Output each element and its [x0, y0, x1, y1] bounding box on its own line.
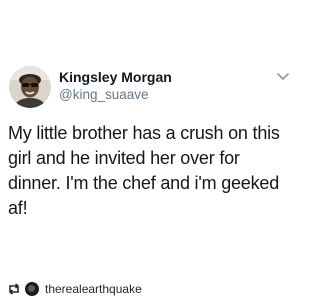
repost-icon: [7, 282, 21, 296]
author-name[interactable]: Kingsley Morgan: [59, 69, 172, 85]
repost-avatar[interactable]: [25, 282, 39, 296]
avatar-photo: [9, 66, 51, 108]
tweet-screenshot: Kingsley Morgan @king_suaave My little b…: [0, 0, 300, 300]
tweet-text: My little brother has a crush on this gi…: [8, 123, 280, 218]
avatar[interactable]: [9, 66, 51, 108]
repost-username[interactable]: therealearthquake: [45, 282, 142, 296]
chevron-down-icon[interactable]: [276, 72, 290, 82]
author-handle[interactable]: @king_suaave: [59, 87, 149, 102]
repost-attribution: therealearthquake: [7, 281, 142, 297]
